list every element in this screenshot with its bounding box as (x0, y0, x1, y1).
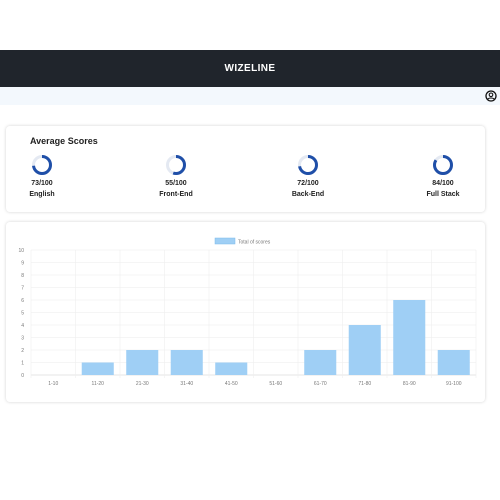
y-tick-label: 0 (21, 373, 24, 379)
y-tick-label: 8 (21, 273, 24, 279)
scores-title: Average Scores (30, 136, 98, 146)
x-tick-label: 31-40 (180, 381, 193, 387)
score-value: 72/100 (297, 180, 319, 187)
progress-ring-icon (433, 155, 453, 175)
y-tick-label: 10 (18, 248, 24, 254)
y-tick-label: 6 (21, 298, 24, 304)
score-distribution-chart: 0 1 2 3 4 5 6 7 8 9 10 1-10 11-20 21-30 31-40 41-50 51-6… (18, 237, 477, 387)
y-tick-label: 7 (21, 286, 24, 292)
progress-ring-icon (32, 155, 52, 175)
app-title: WIZELINE (224, 63, 276, 74)
chart-legend[interactable]: Total of scores (214, 237, 271, 246)
y-tick-label: 5 (21, 311, 24, 317)
y-tick-label: 2 (21, 348, 24, 354)
bar-61-70[interactable] (304, 350, 337, 375)
bar-31-40[interactable] (170, 350, 203, 375)
legend-swatch (214, 237, 236, 245)
legend-label: Total of scores (238, 240, 271, 246)
sub-toolbar (0, 87, 500, 105)
score-label: Full Stack (426, 191, 460, 198)
score-distribution-card: 0 1 2 3 4 5 6 7 8 9 10 1-10 11-20 21-30 31-40 41-50 51-6… (6, 222, 485, 402)
score-full-stack: 84/100 Full Stack (413, 154, 473, 198)
x-tick-label: 11-20 (92, 381, 105, 387)
x-tick-label: 61-70 (314, 381, 327, 387)
bar-21-30[interactable] (126, 350, 159, 375)
score-english: 73/100 English (12, 154, 72, 198)
bar-11-20[interactable] (81, 362, 114, 376)
score-label: Front-End (159, 191, 193, 198)
score-value: 73/100 (31, 180, 53, 187)
x-tick-label: 71-80 (358, 381, 371, 387)
score-label: English (29, 191, 55, 198)
bar-81-90[interactable] (393, 300, 426, 375)
x-tick-label: 91-100 (446, 381, 462, 387)
average-scores-card: Average Scores 73/100 English 55/100 Fro… (6, 126, 485, 212)
y-tick-label: 1 (21, 361, 24, 367)
top-margin (0, 0, 500, 50)
x-tick-label: 51-60 (269, 381, 282, 387)
y-tick-label: 3 (21, 336, 24, 342)
x-tick-label: 41-50 (225, 381, 238, 387)
score-back-end: 72/100 Back-End (278, 154, 338, 198)
bar-91-100[interactable] (437, 350, 470, 375)
score-label: Back-End (291, 191, 325, 198)
x-tick-label: 1-10 (48, 381, 58, 387)
app-header: WIZELINE (0, 50, 500, 87)
score-front-end: 55/100 Front-End (146, 154, 206, 198)
score-value: 84/100 (432, 180, 454, 187)
x-tick-label: 21-30 (136, 381, 149, 387)
bar-71-80[interactable] (348, 325, 381, 375)
y-tick-label: 9 (21, 261, 24, 267)
progress-ring-icon (298, 155, 318, 175)
progress-ring-icon (166, 155, 186, 175)
y-tick-label: 4 (21, 323, 24, 329)
bar-41-50[interactable] (215, 362, 248, 376)
x-tick-label: 81-90 (403, 381, 416, 387)
score-value: 55/100 (165, 180, 187, 187)
user-circle-icon[interactable] (485, 90, 497, 102)
